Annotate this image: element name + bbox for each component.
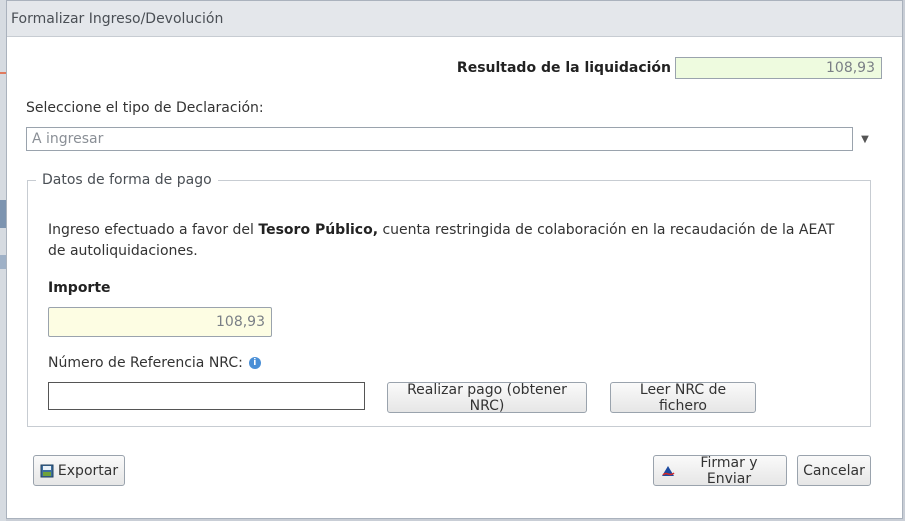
realizar-pago-button[interactable]: Realizar pago (obtener NRC) bbox=[387, 382, 587, 414]
leer-nrc-button[interactable]: Leer NRC de fichero bbox=[610, 382, 756, 414]
declaracion-select[interactable]: A ingresar ▼ bbox=[26, 127, 877, 151]
exportar-button[interactable]: Exportar bbox=[33, 455, 125, 486]
dialog-titlebar[interactable]: Formalizar Ingreso/Devolución bbox=[7, 1, 902, 37]
importe-field-wrap: 108,93 bbox=[48, 307, 272, 337]
forma-pago-legend: Datos de forma de pago bbox=[42, 172, 212, 188]
nrc-label-row: Número de Referencia NRC: i bbox=[48, 355, 261, 371]
chevron-down-icon[interactable]: ▼ bbox=[853, 127, 877, 151]
signature-icon bbox=[661, 464, 675, 478]
resultado-label: Resultado de la liquidación bbox=[456, 60, 671, 76]
nrc-input[interactable] bbox=[48, 382, 365, 410]
info-prefix: Ingreso efectuado a favor del bbox=[48, 222, 254, 238]
declaracion-select-value[interactable]: A ingresar bbox=[26, 127, 853, 151]
firmar-label: Firmar y Enviar bbox=[700, 454, 758, 487]
resultado-field: 108,93 bbox=[675, 57, 882, 79]
cancelar-button[interactable]: Cancelar bbox=[797, 455, 871, 486]
resultado-row: Resultado de la liquidación 108,93 bbox=[457, 57, 882, 79]
nrc-label: Número de Referencia NRC: bbox=[48, 355, 243, 371]
exportar-label: Exportar bbox=[57, 462, 119, 479]
importe-field: 108,93 bbox=[48, 307, 272, 337]
info-bold: Tesoro Público, bbox=[258, 222, 379, 238]
info-icon[interactable]: i bbox=[248, 357, 261, 369]
export-icon bbox=[40, 464, 54, 478]
pago-info-text: Ingreso efectuado a favor del Tesoro Púb… bbox=[48, 220, 838, 262]
declaracion-label: Seleccione el tipo de Declaración: bbox=[26, 100, 264, 116]
importe-label: Importe bbox=[48, 280, 111, 296]
dialog-title: Formalizar Ingreso/Devolución bbox=[11, 10, 224, 27]
firmar-enviar-button[interactable]: Firmar y Enviar bbox=[653, 454, 787, 487]
